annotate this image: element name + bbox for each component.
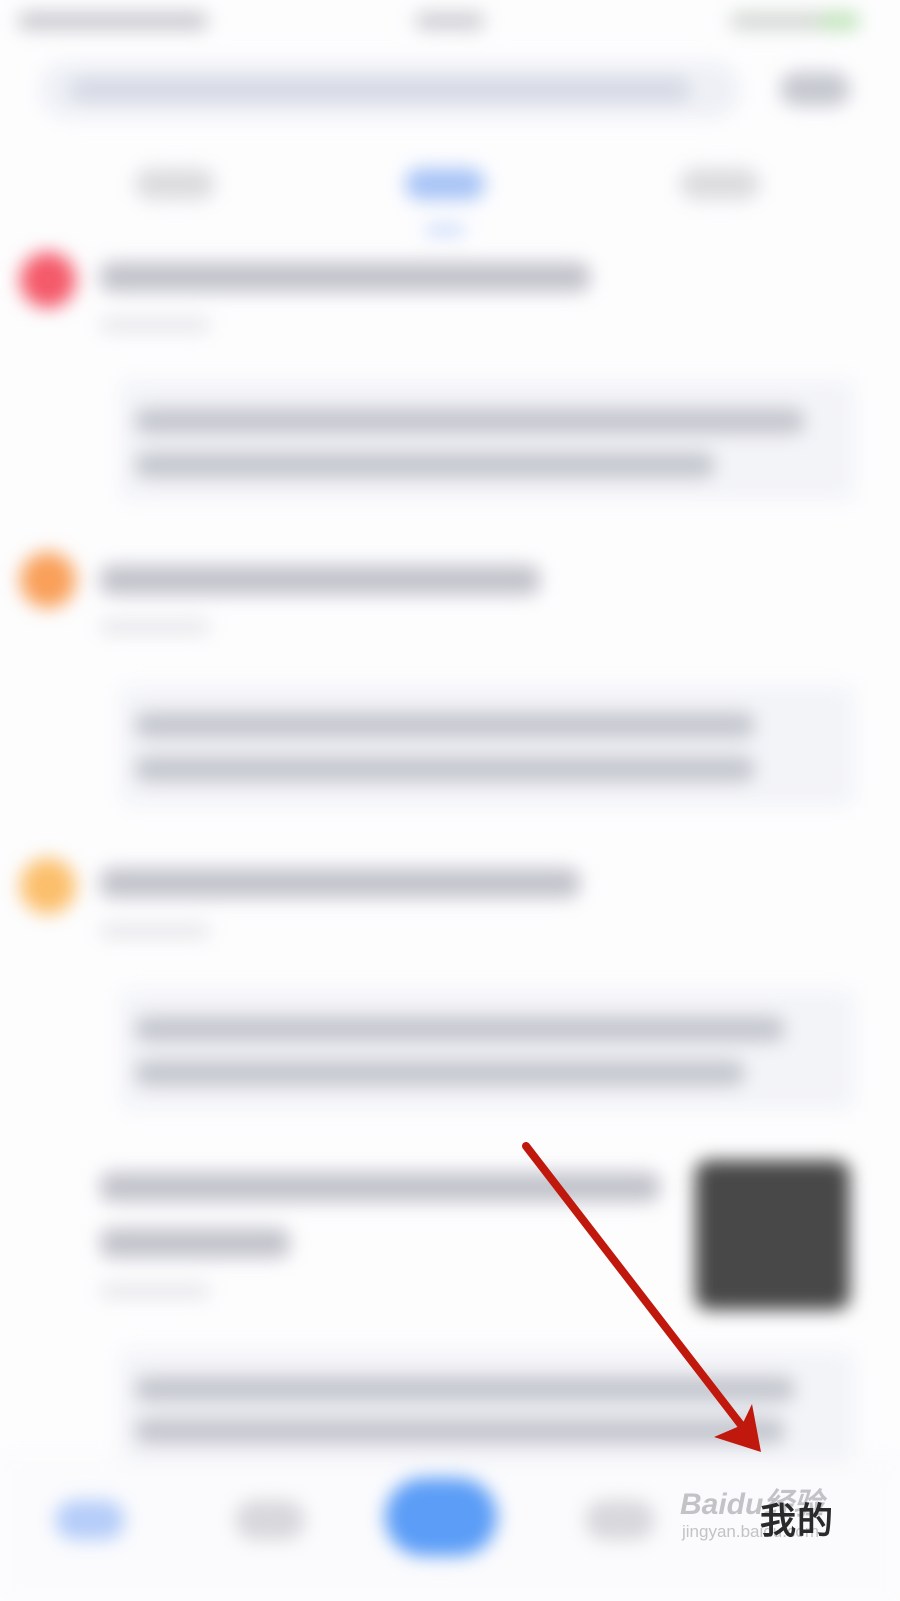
blurred-app-content: [0, 0, 900, 1601]
status-carrier: [18, 12, 208, 30]
rank-badge-1: [20, 252, 76, 308]
status-time: [415, 12, 485, 30]
list-item-meta: [100, 1284, 210, 1298]
status-bar: [0, 0, 900, 40]
card-text-line: [135, 1418, 785, 1444]
card-text-line: [135, 1376, 795, 1402]
card-text-line: [135, 452, 715, 478]
battery-icon: [820, 12, 860, 30]
list-item-card[interactable]: [120, 686, 855, 806]
active-tab-indicator: [425, 226, 465, 234]
tab-center-button[interactable]: [385, 1478, 497, 1556]
list-item-meta: [100, 620, 210, 634]
card-text-line: [135, 1060, 745, 1086]
list-item-meta: [100, 924, 210, 938]
tab-second-icon[interactable]: [235, 1500, 305, 1540]
card-text-line: [135, 408, 805, 434]
list-item-title[interactable]: [100, 262, 590, 292]
card-text-line: [135, 756, 755, 782]
list-item-title[interactable]: [100, 868, 580, 898]
list-item-card[interactable]: [120, 380, 855, 500]
search-placeholder: [70, 78, 690, 102]
rank-badge-2: [20, 552, 76, 608]
list-item-title[interactable]: [100, 1172, 660, 1202]
list-item-meta: [100, 318, 210, 332]
tab-right[interactable]: [680, 168, 760, 200]
list-item-title-line2: [100, 1228, 290, 1258]
tab-fourth-icon[interactable]: [585, 1500, 655, 1540]
card-text-line: [135, 712, 755, 738]
list-item-thumbnail[interactable]: [695, 1160, 850, 1310]
list-item-card[interactable]: [120, 990, 855, 1110]
tab-left[interactable]: [135, 168, 215, 200]
tab-mine[interactable]: 我的: [760, 1492, 834, 1544]
tab-active[interactable]: [405, 168, 485, 200]
search-button[interactable]: [780, 72, 850, 106]
card-text-line: [135, 1016, 785, 1042]
tab-home-icon[interactable]: [55, 1500, 125, 1540]
list-item-title[interactable]: [100, 565, 540, 595]
rank-badge-3: [20, 858, 76, 914]
